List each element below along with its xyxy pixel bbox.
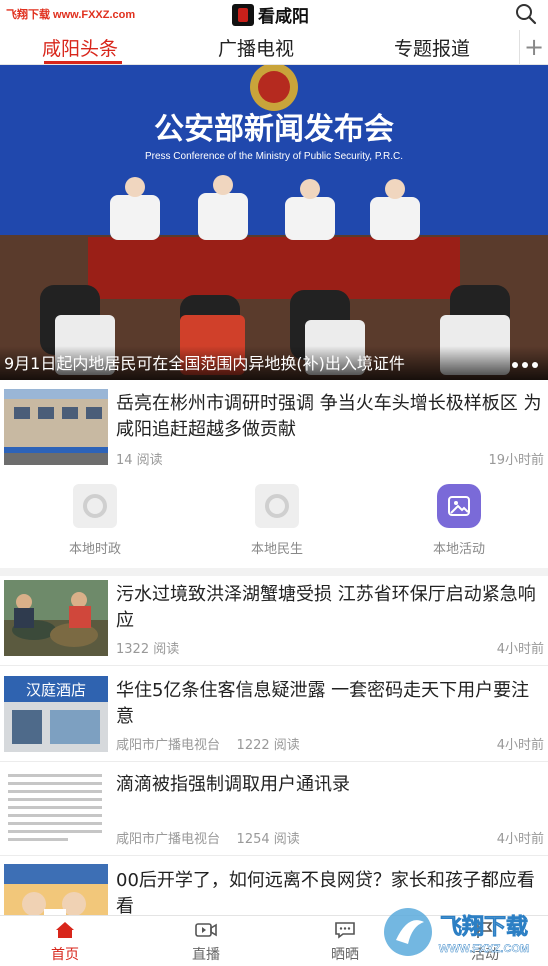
chat-icon	[334, 920, 356, 940]
nav-home[interactable]: 首页	[25, 920, 105, 964]
news-item[interactable]: 污水过境致洪泽湖蟹塘受损 江苏省环保厅启动紧急响应 1322 阅读 4小时前	[0, 576, 548, 665]
app-logo: 看咸阳	[232, 2, 309, 27]
news-item[interactable]: 岳亮在彬州市调研时强调 争当火车头增长极样板区 为咸阳追赶超越多做贡献 14 阅…	[0, 381, 548, 476]
logo-icon	[232, 3, 254, 26]
watermark-text: 飞翔下载 www.FXXZ.com	[6, 9, 136, 21]
news-thumbnail	[4, 389, 108, 465]
nav-label: 首页	[51, 947, 79, 963]
banner-subtitle: Press Conference of the Ministry of Publ…	[145, 151, 403, 162]
video-icon	[195, 920, 217, 940]
quick-link-local-politics[interactable]: 本地时政	[35, 484, 155, 557]
news-title: 华住5亿条住客信息疑泄露 一套密码走天下用户要注意	[116, 680, 530, 727]
news-time: 4小时前	[496, 738, 544, 753]
nav-label: 晒晒	[331, 947, 359, 963]
tab-broadcast-tv[interactable]: 广播电视	[218, 34, 294, 61]
news-reads: 1322 阅读	[116, 642, 180, 657]
loading-icon	[255, 484, 299, 528]
tab-special-reports[interactable]: 专题报道	[394, 34, 470, 61]
channel-tabs: 咸阳头条 广播电视 专题报道 +	[0, 30, 548, 65]
search-icon[interactable]	[514, 2, 538, 26]
quick-links: 本地时政 本地民生 本地活动	[0, 476, 548, 568]
news-source: 咸阳市广播电视台	[116, 738, 221, 753]
news-meta: 咸阳市广播电视台 1254 阅读	[116, 828, 300, 847]
section-gap	[0, 568, 548, 576]
add-channel-button[interactable]: +	[519, 30, 548, 64]
news-title: 岳亮在彬州市调研时强调 争当火车头增长极样板区 为咸阳追赶超越多做贡献	[116, 393, 542, 440]
banner-title: 公安部新闻发布会	[154, 112, 394, 147]
news-thumbnail: 汉庭酒店	[4, 676, 108, 752]
news-title: 滴滴被指强制调取用户通讯录	[116, 774, 350, 795]
quick-link-label: 本地活动	[432, 542, 485, 557]
news-time: 19小时前	[488, 453, 544, 468]
news-thumbnail	[4, 768, 108, 844]
tab-xianyang-headlines[interactable]: 咸阳头条	[42, 34, 118, 61]
quick-link-label: 本地民生	[250, 542, 303, 557]
thumb-sign-text: 汉庭酒店	[26, 681, 86, 699]
news-item[interactable]: 滴滴被指强制调取用户通讯录 咸阳市广播电视台 1254 阅读 4小时前	[0, 762, 548, 855]
nav-live[interactable]: 直播	[166, 920, 246, 964]
news-reads: 1222 阅读	[236, 738, 300, 753]
carousel-indicator	[512, 362, 538, 368]
quick-link-local-livelihood[interactable]: 本地民生	[217, 484, 337, 557]
news-thumbnail	[4, 864, 108, 916]
top-bar: 飞翔下载 www.FXXZ.com 看咸阳	[0, 0, 548, 30]
home-icon	[54, 920, 76, 940]
news-time: 4小时前	[496, 832, 544, 847]
news-reads: 1254 阅读	[236, 832, 300, 847]
hero-caption-bar: 9月1日起内地居民可在全国范围内异地换(补)出入境证件	[0, 346, 548, 380]
watermark-url: WWW.FXXZ.COM	[439, 943, 529, 955]
news-title: 污水过境致洪泽湖蟹塘受损 江苏省环保厅启动紧急响应	[116, 584, 536, 631]
nav-label: 直播	[192, 947, 220, 963]
news-thumbnail	[4, 580, 108, 656]
news-item[interactable]: 汉庭酒店 华住5亿条住客信息疑泄露 一套密码走天下用户要注意 咸阳市广播电视台 …	[0, 666, 548, 761]
watermark-logo: 飞翔下载 WWW.FXXZ.COM	[384, 908, 529, 956]
image-icon	[437, 484, 481, 528]
nav-share[interactable]: 晒晒	[305, 920, 385, 964]
hero-caption: 9月1日起内地居民可在全国范围内异地换(补)出入境证件	[4, 354, 405, 373]
loading-icon	[73, 484, 117, 528]
news-time: 4小时前	[496, 642, 544, 657]
news-source: 咸阳市广播电视台	[116, 832, 221, 847]
active-tab-indicator	[44, 61, 122, 64]
news-reads: 14 阅读	[116, 453, 163, 468]
hero-image: 公安部新闻发布会 Press Conference of the Ministr…	[0, 65, 548, 380]
app-title: 看咸阳	[258, 7, 309, 27]
quick-link-label: 本地时政	[68, 542, 121, 557]
news-meta: 咸阳市广播电视台 1222 阅读	[116, 734, 300, 753]
hero-banner[interactable]: 公安部新闻发布会 Press Conference of the Ministr…	[0, 65, 548, 380]
watermark-brand: 飞翔下载	[440, 914, 528, 940]
quick-link-local-activities[interactable]: 本地活动	[399, 484, 519, 557]
